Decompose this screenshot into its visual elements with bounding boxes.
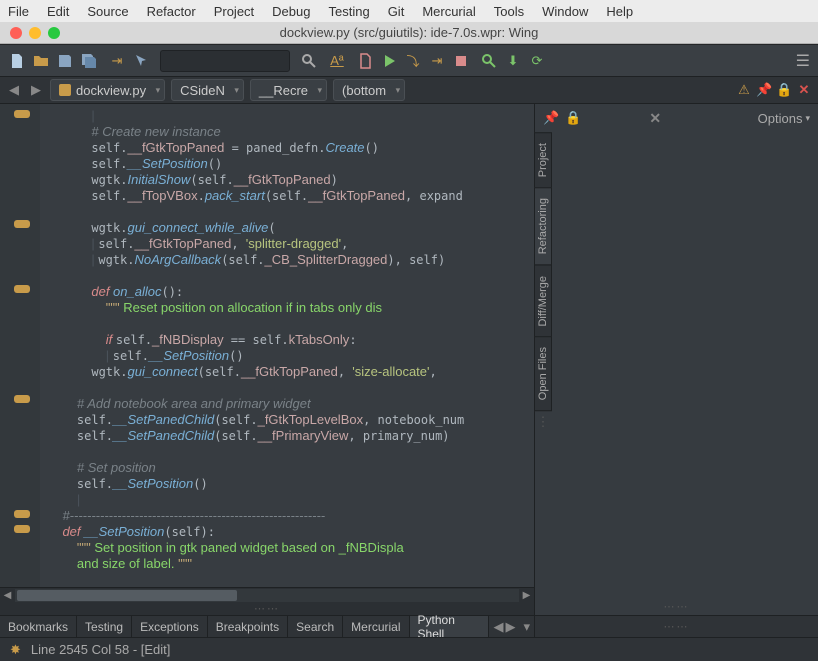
method-selector[interactable]: __Recre [250,79,327,101]
fold-mark[interactable] [14,220,30,228]
horizontal-scrollbar[interactable]: ◀ ▶ [0,587,534,602]
menu-edit[interactable]: Edit [47,4,69,19]
indent-icon[interactable]: ⇥ [108,52,126,70]
panel-pin-icon[interactable]: 📌 [543,110,559,126]
side-panel: 📌 🔒 ✕ Options ▾ ProjectRefactoringDiff/M… [534,104,818,637]
menu-refactor[interactable]: Refactor [147,4,196,19]
panel-close-icon[interactable]: ✕ [649,110,661,127]
cursor-icon[interactable] [132,52,150,70]
menu-help[interactable]: Help [606,4,633,19]
param-selector[interactable]: (bottom [333,79,405,101]
menu-file[interactable]: File [8,4,29,19]
side-tab-diff-merge[interactable]: Diff/Merge [534,265,552,338]
menu-mercurial[interactable]: Mercurial [422,4,475,19]
scroll-left-icon[interactable]: ◀ [0,590,15,601]
menu-window[interactable]: Window [542,4,588,19]
side-panel-body: ProjectRefactoringDiff/MergeOpen Files⋮ [535,132,818,598]
download-icon[interactable]: ⬇ [504,52,522,70]
class-selector[interactable]: CSideN [171,79,244,101]
stop-icon[interactable] [452,52,470,70]
panel-resize-dots[interactable]: ⋯⋯ [535,598,818,615]
bottom-tab-search[interactable]: Search [288,616,343,637]
fold-mark[interactable] [14,110,30,118]
chevron-down-icon: ▾ [805,113,810,124]
step-into-icon[interactable]: ⇥ [428,52,446,70]
menu-tools[interactable]: Tools [494,4,524,19]
warning-icon[interactable]: ⚠ [736,82,752,98]
main-toolbar: ⇥ Aª ⤵ ⇥ ⬇ ⟳ ☰ [0,44,818,76]
method-selector-label: __Recre [259,83,308,98]
gutter[interactable] [0,104,40,587]
minimize-window-button[interactable] [29,27,41,39]
editor[interactable]: | # Create new instance self.__fGtkTopPa… [0,104,534,587]
save-icon[interactable] [56,52,74,70]
bottom-tab-mercurial[interactable]: Mercurial [343,616,409,637]
refresh-icon[interactable]: ⟳ [528,52,546,70]
bottom-tabs: BookmarksTestingExceptionsBreakpointsSea… [0,615,534,637]
window-controls[interactable] [0,27,60,39]
fold-mark[interactable] [14,525,30,533]
menu-git[interactable]: Git [388,4,405,19]
side-bottom-strip: ⋯⋯ [535,615,818,637]
tab-scroll-arrows[interactable]: ◀▶ ▾ [489,616,534,637]
nav-back-icon[interactable]: ◀ [6,82,22,98]
class-selector-label: CSideN [180,83,225,98]
scroll-thumb[interactable] [17,590,237,601]
bottom-tab-python-shell[interactable]: Python Shell [410,616,490,637]
side-tab-more[interactable]: ⋮ [534,410,552,434]
bug-icon[interactable]: ✸ [10,642,21,658]
doc-icon[interactable] [356,52,374,70]
bottom-tab-exceptions[interactable]: Exceptions [132,616,208,637]
panel-options-button[interactable]: Options ▾ [758,111,810,126]
close-tab-icon[interactable]: ✕ [796,82,812,98]
bottom-tab-testing[interactable]: Testing [77,616,132,637]
code-area[interactable]: | # Create new instance self.__fGtkTopPa… [40,104,534,587]
file-selector-label: dockview.py [76,83,146,98]
scroll-track[interactable] [15,589,519,602]
fold-mark[interactable] [14,510,30,518]
os-menubar: File Edit Source Refactor Project Debug Testin… [0,0,818,22]
side-panel-vtabs: ProjectRefactoringDiff/MergeOpen Files⋮ [534,132,552,434]
side-bottom-dots[interactable]: ⋯⋯ [535,616,818,637]
menu-project[interactable]: Project [214,4,254,19]
scroll-right-icon[interactable]: ▶ [519,590,534,601]
menu-testing[interactable]: Testing [328,4,369,19]
close-window-button[interactable] [10,27,22,39]
side-tab-refactoring[interactable]: Refactoring [534,187,552,265]
search-icon[interactable] [300,52,318,70]
menu-source[interactable]: Source [87,4,128,19]
bottom-tab-bookmarks[interactable]: Bookmarks [0,616,77,637]
file-selector[interactable]: dockview.py [50,79,165,101]
bottom-tab-breakpoints[interactable]: Breakpoints [208,616,288,637]
fold-mark[interactable] [14,395,30,403]
search2-icon[interactable] [480,52,498,70]
case-icon[interactable]: Aª [328,52,346,70]
panel-options-label: Options [758,111,803,126]
search-input[interactable] [160,50,290,72]
menu-icon[interactable]: ☰ [796,51,810,71]
fold-mark[interactable] [14,285,30,293]
param-selector-label: (bottom [342,83,386,98]
save-all-icon[interactable] [80,52,98,70]
new-file-icon[interactable] [8,52,26,70]
maximize-window-button[interactable] [48,27,60,39]
play-icon[interactable] [380,52,398,70]
open-folder-icon[interactable] [32,52,50,70]
side-tab-project[interactable]: Project [534,132,552,188]
window-title: dockview.py (src/guiutils): ide-7.0s.wpr… [0,25,818,40]
side-panel-header: 📌 🔒 ✕ Options ▾ [535,104,818,132]
status-bar: ✸ Line 2545 Col 58 - [Edit] [0,637,818,661]
editor-navigation-bar: ◀ ▶ dockview.py CSideN __Recre (bottom ⚠… [0,76,818,104]
nav-forward-icon[interactable]: ▶ [28,82,44,98]
window-titlebar: dockview.py (src/guiutils): ide-7.0s.wpr… [0,22,818,44]
menu-debug[interactable]: Debug [272,4,310,19]
pin-icon[interactable]: 📌 [756,82,772,98]
editor-pane: | # Create new instance self.__fGtkTopPa… [0,104,534,637]
panel-lock-icon[interactable]: 🔒 [565,110,581,126]
step-over-icon[interactable]: ⤵ [404,52,422,70]
main-area: | # Create new instance self.__fGtkTopPa… [0,104,818,637]
status-text: Line 2545 Col 58 - [Edit] [31,642,170,657]
lock-icon[interactable]: 🔒 [776,82,792,98]
side-tab-open-files[interactable]: Open Files [534,336,552,411]
